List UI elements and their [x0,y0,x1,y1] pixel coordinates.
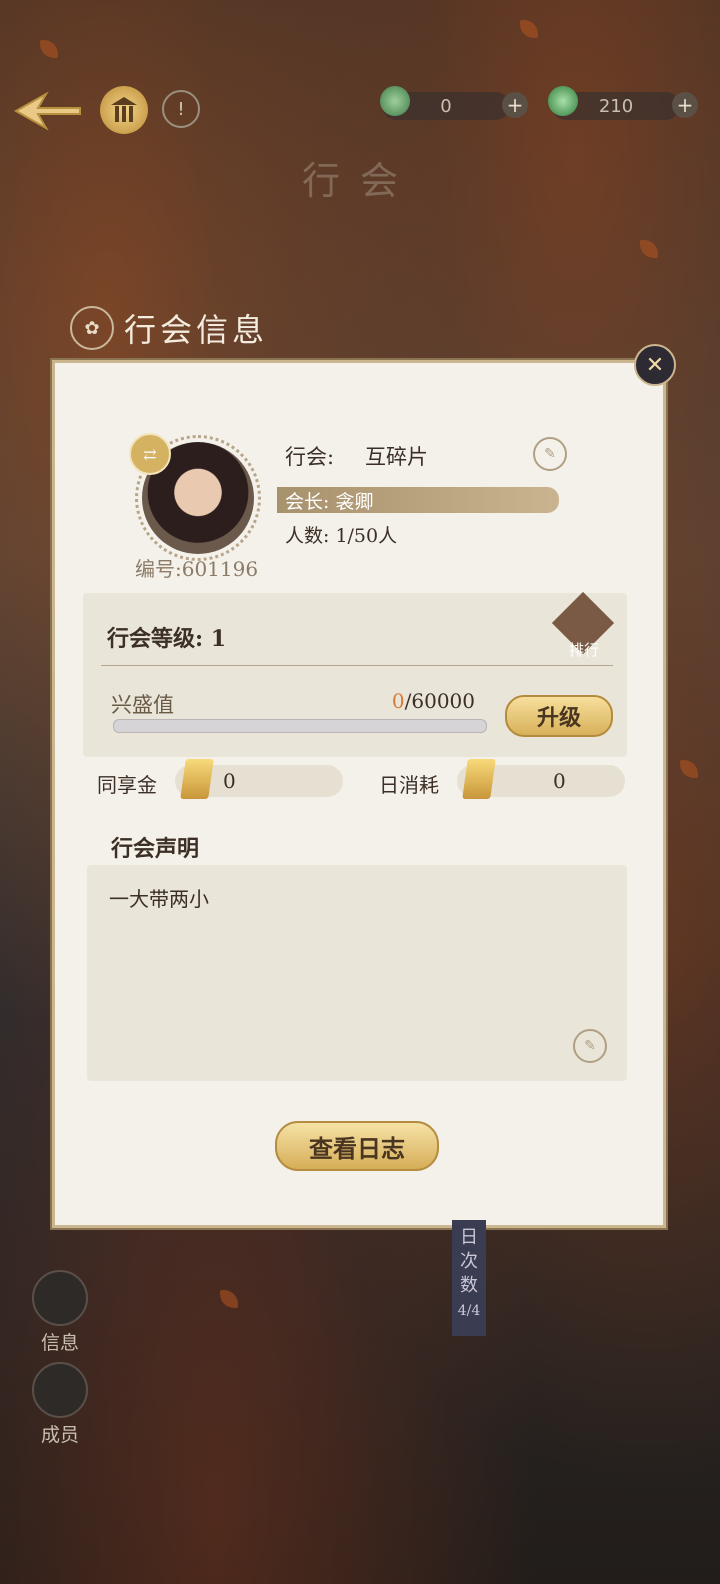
jade-swirl-icon [380,86,410,116]
prosperity-label: 兴盛值 [111,693,174,717]
daily-cost-value: 0 [553,769,566,793]
sidebar-item-info[interactable]: 信息 [32,1270,88,1355]
prosperity-max: /60000 [404,689,475,713]
page-title: 行会 [301,159,418,203]
sidebar-item-label: 成员 [40,1424,79,1446]
gold-ingot-icon [462,759,496,799]
shared-fund-value: 0 [223,769,236,793]
edit-declaration-icon[interactable]: ✎ [573,1029,607,1063]
daily-count-value: 4/4 [457,1303,481,1319]
currency-a-add-button[interactable]: + [502,92,528,118]
declaration-box: 一大带两小 ✎ [87,865,627,1081]
jade-gourd-icon [548,86,578,116]
top-bar: ! 0 + 210 + [0,80,720,140]
ranking-label: 排行 [568,641,599,659]
shuffle-icon: ⇄ [143,444,157,464]
daily-count-badge: 日次数 4/4 [452,1220,486,1336]
pavilion-icon [111,97,137,122]
daily-cost-label: 日消耗 [379,773,439,797]
currency-a-value: 0 [440,95,452,117]
info-tab-icon [32,1270,88,1326]
section-title: 行会信息 [124,311,269,349]
declaration-label: 行会声明 [111,836,200,862]
guild-hall-button[interactable] [100,86,148,134]
divider [101,665,613,666]
section-header: ✿ 行会信息 [70,305,268,351]
swap-avatar-button[interactable]: ⇄ [129,433,171,475]
members-tab-icon [32,1362,88,1418]
upgrade-button[interactable]: 升级 [505,695,613,737]
daily-count-label: 日次数 [460,1227,478,1296]
guild-id: 编号:601196 [135,557,259,581]
guild-emblem-icon: ✿ [70,306,114,350]
view-log-button[interactable]: 查看日志 [275,1121,439,1171]
back-arrow-icon [13,91,81,131]
level-panel: 行会等级: 1 排行 兴盛值 0/60000 升级 [83,591,627,757]
guild-name: 互碎片 [365,445,428,469]
declaration-text: 一大带两小 [109,887,209,911]
sidebar-item-members[interactable]: 成员 [32,1362,88,1447]
guild-info-card: ⇄ 编号:601196 行会: 互碎片 ✎ 会长: 衾卿 人数: 1/50人 行… [52,360,666,1228]
guild-name-label: 行会: [285,445,335,469]
guild-leader: 会长: 衾卿 [277,487,559,513]
edit-name-icon[interactable]: ✎ [533,437,567,471]
prosperity-value: 0/60000 [363,689,475,713]
currency-b-add-button[interactable]: + [672,92,698,118]
exclamation-icon: ! [177,98,185,120]
currency-b-value: 210 [598,95,634,117]
back-button[interactable] [12,88,84,134]
prosperity-current: 0 [391,689,405,713]
prosperity-progress-bar [113,719,487,733]
sidebar-item-label: 信息 [40,1332,79,1354]
shared-fund-label: 同享金 [97,773,157,797]
member-count: 人数: 1/50人 [285,525,398,547]
help-button[interactable]: ! [162,90,200,128]
ranking-button[interactable]: 排行 [551,591,615,659]
close-button[interactable]: ✕ [634,344,676,386]
guild-level: 行会等级: 1 [107,626,227,652]
close-icon: ✕ [645,352,665,378]
gold-ingot-icon [180,759,214,799]
